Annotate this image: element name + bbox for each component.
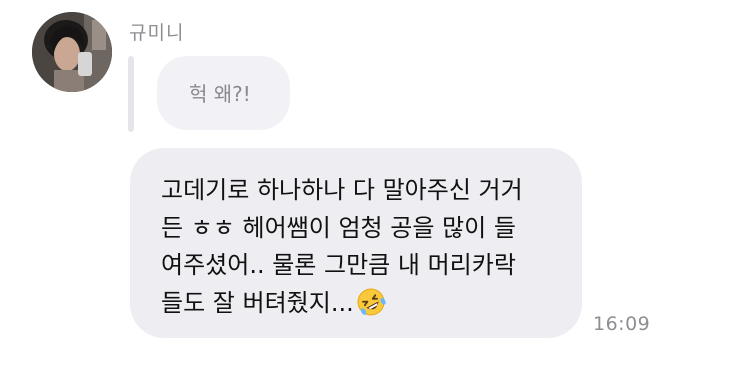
quoted-message-bubble[interactable]: 헉 왜?!	[157, 56, 290, 130]
message-text-line-last: 들도 잘 버텨줬지...	[161, 285, 562, 323]
profile-photo	[32, 12, 112, 92]
reply-quote-bar	[128, 56, 134, 132]
message-bubble[interactable]: 고데기로 하나하나 다 말아주신 거거 든 ㅎㅎ 헤어쌤이 엄청 공을 많이 들…	[130, 148, 582, 338]
rolling-laughing-emoji-icon	[356, 287, 386, 317]
message-timestamp: 16:09	[593, 313, 651, 335]
message-text-line: 여주셨어.. 물론 그만큼 내 머리카락	[161, 251, 516, 279]
message-text-line: 든 ㅎㅎ 헤어쌤이 엄청 공을 많이 들	[161, 213, 516, 242]
message-text-line: 고데기로 하나하나 다 말아주신 거거	[161, 176, 523, 204]
sender-name: 규미니	[129, 22, 185, 44]
message-text-line: 들도 잘 버텨줬지...	[161, 288, 354, 317]
quoted-message-text: 헉 왜?!	[189, 82, 251, 106]
sender-avatar[interactable]	[32, 12, 112, 92]
